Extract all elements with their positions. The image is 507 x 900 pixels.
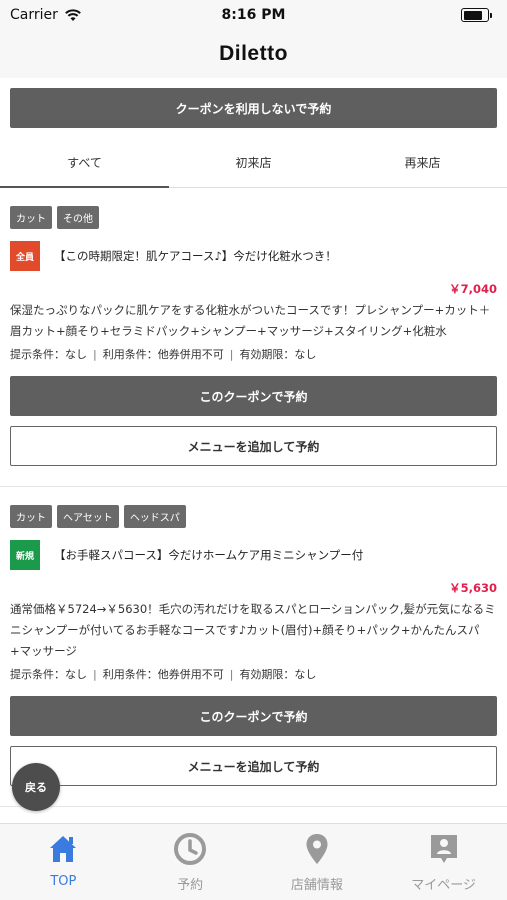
- bottom-tab-bar: TOP 予約 店舗情報 マイページ: [0, 823, 507, 900]
- tab-label: TOP: [50, 874, 77, 889]
- divider: |: [93, 668, 97, 681]
- map-pin-icon: [306, 834, 328, 864]
- coupon-card: カット ヘアセット ヘッドスパ 新規 【お手軽スパコース】今だけホームケア用ミニ…: [0, 487, 507, 807]
- reserve-with-coupon-button[interactable]: このクーポンで予約: [10, 376, 497, 416]
- category-tag: カット: [10, 505, 52, 528]
- coupon-title: 【お手軽スパコース】今だけホームケア用ミニシャンプー付: [54, 548, 364, 562]
- coupon-title: 【この時期限定！肌ケアコース♪】今だけ化粧水つき！: [54, 249, 337, 263]
- coupon-actions: このクーポンで予約 メニューを追加して予約: [10, 376, 497, 466]
- coupon-actions: このクーポンで予約 メニューを追加して予約: [10, 696, 497, 786]
- tab-my-page[interactable]: マイページ: [380, 824, 507, 900]
- expiry-condition: 有効期限：なし: [239, 668, 317, 681]
- battery-icon: [461, 8, 492, 22]
- add-menu-reserve-button[interactable]: メニューを追加して予約: [10, 426, 497, 466]
- back-button[interactable]: 戻る: [12, 763, 60, 811]
- home-icon: [50, 836, 77, 862]
- coupon-conditions: 提示条件：なし | 利用条件：他券併用不可 | 有効期限：なし: [10, 346, 497, 362]
- coupon-description: 保湿たっぷりなパックに肌ケアをする化粧水がついたコースです！プレシャンプー+カッ…: [10, 303, 491, 338]
- category-tag: その他: [57, 206, 99, 229]
- coupon-price: ￥7,040: [449, 282, 497, 296]
- coupon-description: 通常価格￥5724→￥5630！毛穴の汚れだけを取るスパとローションパック,髪が…: [10, 602, 496, 658]
- tab-store-info[interactable]: 店舗情報: [254, 824, 381, 900]
- coupon-card: カット その他 全員 【この時期限定！肌ケアコース♪】今だけ化粧水つき！ ￥7,…: [0, 188, 507, 487]
- tab-label: マイページ: [411, 878, 476, 893]
- reserve-with-coupon-button[interactable]: このクーポンで予約: [10, 696, 497, 736]
- carrier-label: Carrier: [10, 7, 58, 23]
- no-coupon-wrap: クーポンを利用しないで予約: [0, 78, 507, 128]
- divider: |: [229, 668, 234, 681]
- coupon-filter-tabs: すべて 初来店 再来店: [0, 138, 507, 188]
- coupon-conditions: 提示条件：なし | 利用条件：他券併用不可 | 有効期限：なし: [10, 666, 497, 682]
- divider: |: [229, 348, 234, 361]
- tag-row: カット その他: [10, 206, 497, 229]
- tab-label: 予約: [177, 878, 204, 893]
- clock-icon: [174, 833, 207, 865]
- category-tag: ヘアセット: [57, 505, 119, 528]
- page-title: Diletto: [219, 42, 288, 65]
- nav-bar: Diletto: [0, 30, 507, 78]
- add-menu-reserve-button[interactable]: メニューを追加して予約: [10, 746, 497, 786]
- coupon-list-content[interactable]: クーポンを利用しないで予約 すべて 初来店 再来店 カット その他 全員 【この…: [0, 78, 507, 823]
- coupon-title-row: 全員 【この時期限定！肌ケアコース♪】今だけ化粧水つき！: [10, 241, 497, 271]
- tab-first-visit[interactable]: 初来店: [169, 138, 338, 187]
- coupon-title-row: 新規 【お手軽スパコース】今だけホームケア用ミニシャンプー付: [10, 540, 497, 570]
- target-badge: 全員: [10, 241, 40, 271]
- tab-reservation[interactable]: 予約: [127, 824, 254, 900]
- usage-condition: 利用条件：他券併用不可: [102, 348, 224, 361]
- tab-label: 店舗情報: [290, 878, 343, 893]
- coupon-price: ￥5,630: [449, 581, 497, 595]
- usage-condition: 利用条件：他券併用不可: [102, 668, 224, 681]
- present-condition: 提示条件：なし: [10, 668, 87, 681]
- wifi-icon: [65, 9, 81, 21]
- status-left: Carrier: [10, 7, 82, 23]
- tag-row: カット ヘアセット ヘッドスパ: [10, 505, 497, 528]
- present-condition: 提示条件：なし: [10, 348, 87, 361]
- reserve-without-coupon-button[interactable]: クーポンを利用しないで予約: [10, 88, 497, 128]
- status-bar: Carrier 8:16 PM: [0, 0, 507, 30]
- category-tag: ヘッドスパ: [123, 505, 186, 528]
- expiry-condition: 有効期限：なし: [239, 348, 317, 361]
- tab-top[interactable]: TOP: [0, 824, 127, 900]
- category-tag: カット: [10, 206, 52, 229]
- tab-repeat-visit[interactable]: 再来店: [338, 138, 507, 187]
- user-badge-icon: [430, 835, 457, 863]
- target-badge: 新規: [10, 540, 40, 570]
- tab-all[interactable]: すべて: [0, 138, 169, 188]
- divider: |: [93, 348, 97, 361]
